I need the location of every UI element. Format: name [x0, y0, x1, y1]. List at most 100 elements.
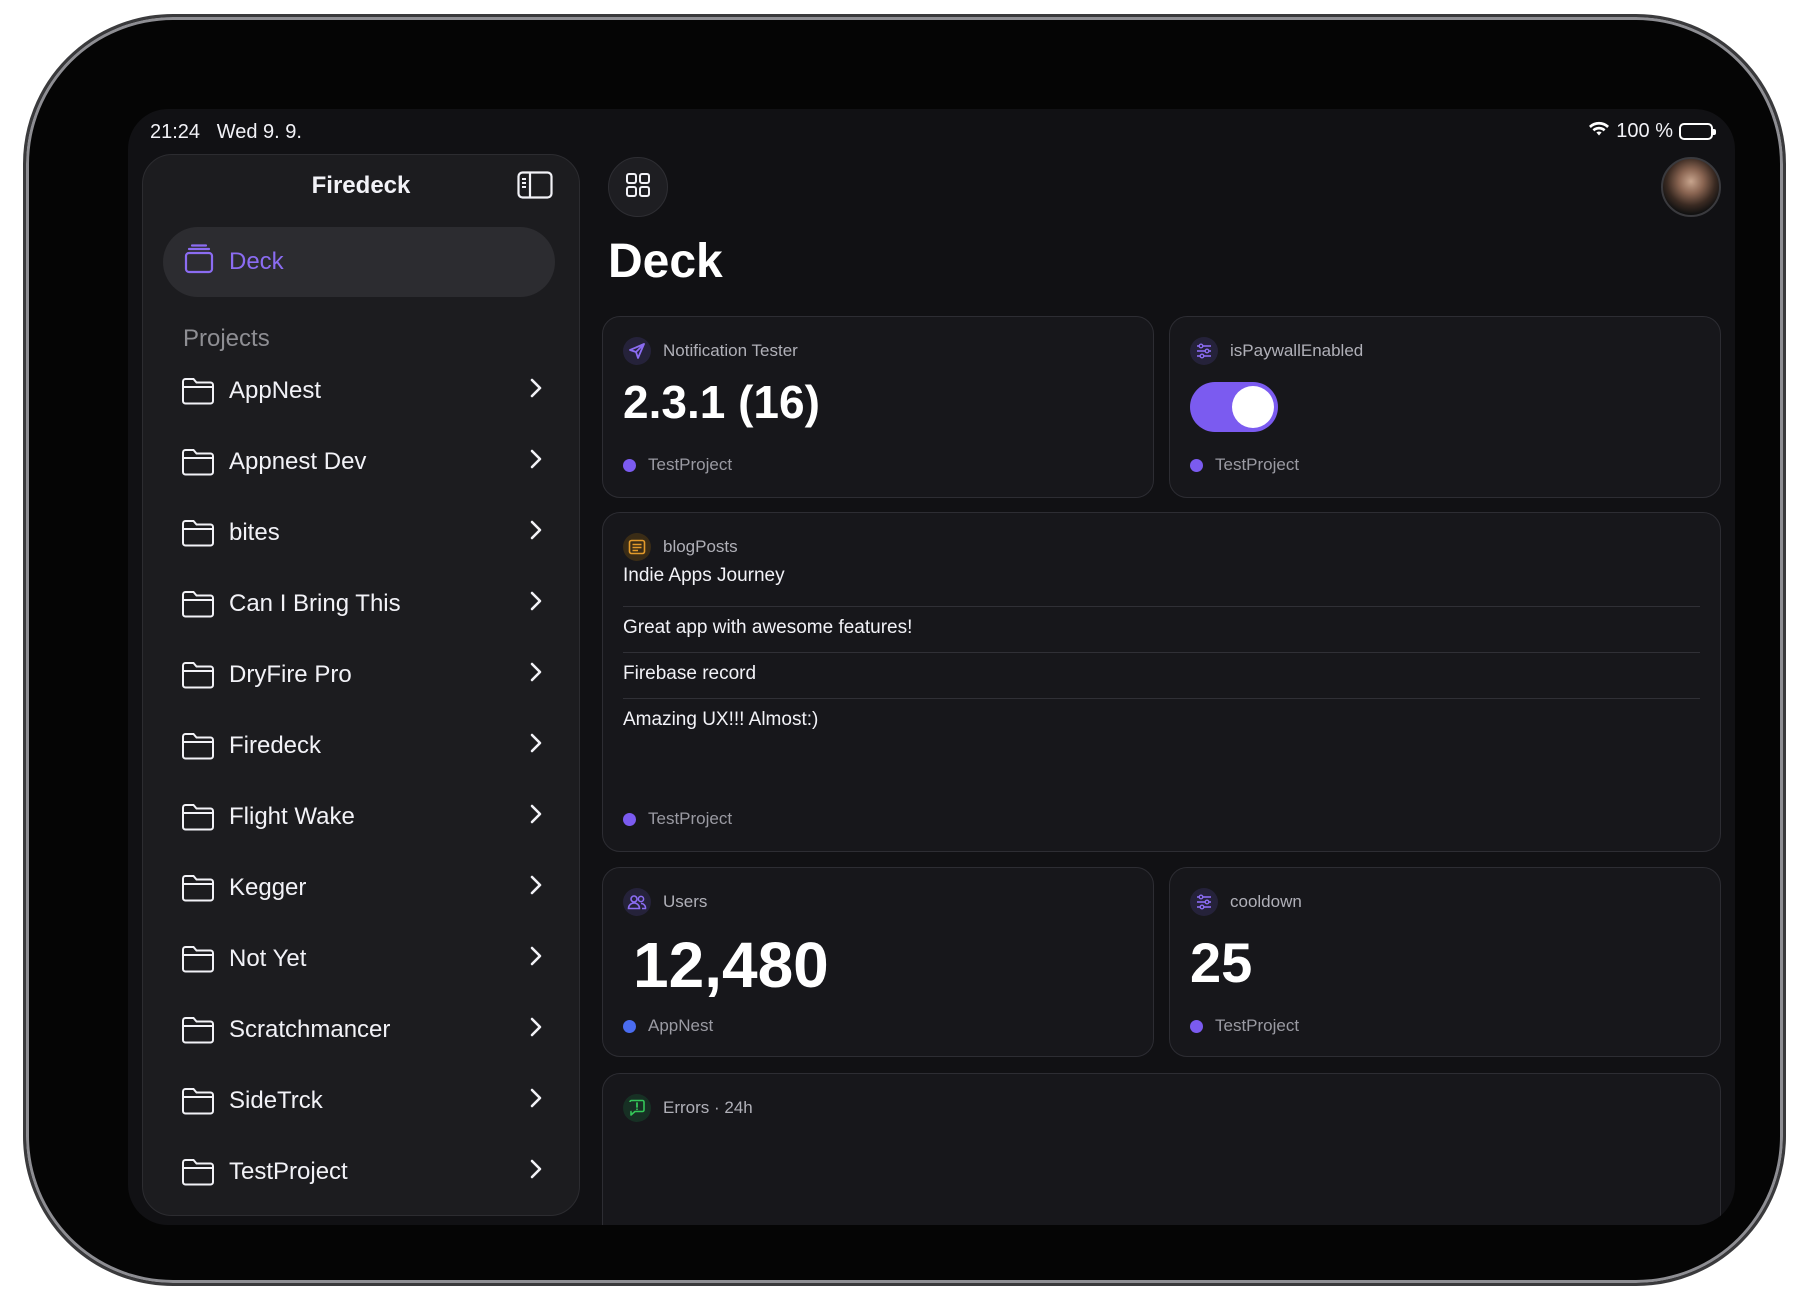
card-label: Notification Tester [663, 341, 798, 360]
paper-plane-icon [623, 337, 651, 365]
project-name: DryFire Pro [229, 660, 352, 688]
status-bar: 21:24 Wed 9. 9. 100 % [128, 109, 1735, 149]
screen: 21:24 Wed 9. 9. 100 % Firedeck Deck Proj… [128, 109, 1735, 1225]
blog-row[interactable]: Indie Apps Journey [623, 565, 1700, 587]
chevron-right-icon [529, 733, 543, 758]
card-project: TestProject [648, 455, 733, 474]
sidebar-item-project[interactable]: Can I Bring This [143, 568, 579, 639]
blog-row[interactable]: Firebase record [623, 663, 1700, 685]
project-name: Can I Bring This [229, 589, 401, 617]
sidebar-item-project[interactable]: Firedeck [143, 710, 579, 781]
sidebar-item-project[interactable]: Scratchmancer [143, 994, 579, 1065]
chevron-right-icon [529, 378, 543, 403]
avatar[interactable] [1661, 157, 1721, 217]
paywall-toggle[interactable] [1190, 382, 1278, 432]
sidebar-item-deck[interactable]: Deck [163, 227, 555, 297]
card-footer: TestProject [1190, 1016, 1299, 1036]
card-value: 25 [1190, 931, 1253, 994]
chevron-right-icon [529, 1088, 543, 1113]
row-divider [623, 606, 1700, 607]
project-name: Flight Wake [229, 802, 355, 830]
card-errors[interactable]: Errors · 24h [602, 1073, 1721, 1225]
folder-icon [181, 874, 215, 902]
card-cooldown[interactable]: cooldown 25 TestProject [1169, 867, 1721, 1057]
chevron-right-icon [529, 946, 543, 971]
card-label: cooldown [1230, 892, 1302, 911]
folder-icon [181, 377, 215, 405]
status-time: 21:24 [150, 121, 201, 143]
chevron-right-icon [529, 804, 543, 829]
card-header: Notification Tester [623, 337, 798, 365]
sidebar-toggle-icon[interactable] [517, 171, 553, 199]
sliders-icon [1190, 337, 1218, 365]
row-divider [623, 698, 1700, 699]
project-dot [1190, 458, 1203, 472]
ipad-frame: 21:24 Wed 9. 9. 100 % Firedeck Deck Proj… [23, 14, 1786, 1286]
project-name: AppNest [229, 376, 322, 404]
folder-icon [181, 1158, 215, 1186]
card-label: blogPosts [663, 537, 738, 556]
folder-icon [181, 945, 215, 973]
card-label: Errors · 24h [663, 1098, 753, 1117]
card-notification-tester[interactable]: Notification Tester 2.3.1 (16) TestProje… [602, 316, 1154, 498]
project-name: bites [229, 518, 280, 546]
battery-icon [1679, 123, 1716, 140]
card-footer: TestProject [623, 455, 732, 475]
card-blog-posts[interactable]: blogPosts Indie Apps Journey Great app w… [602, 512, 1721, 852]
folder-icon [181, 661, 215, 689]
sidebar-item-project[interactable]: Appnest Dev [143, 426, 579, 497]
chevron-right-icon [529, 662, 543, 687]
project-dot [623, 1019, 636, 1033]
sidebar-item-project[interactable]: Flight Wake [143, 781, 579, 852]
sidebar-item-deck-label: Deck [229, 248, 284, 275]
chevron-right-icon [529, 875, 543, 900]
card-project: TestProject [648, 809, 733, 828]
battery-percent: 100 % [1616, 120, 1673, 142]
grid-view-button[interactable] [608, 157, 668, 217]
card-label: Users [663, 892, 708, 911]
folder-icon [181, 519, 215, 547]
main-content: Deck Notification Tester 2.3.1 (16) Test… [598, 149, 1735, 1225]
chevron-right-icon [529, 449, 543, 474]
newspaper-icon [623, 533, 651, 561]
blog-row[interactable]: Amazing UX!!! Almost:) [623, 709, 1700, 731]
card-project: TestProject [1215, 1016, 1300, 1035]
card-is-paywall-enabled: isPaywallEnabled TestProject [1169, 316, 1721, 498]
chevron-right-icon [529, 520, 543, 545]
sidebar-item-project[interactable]: TestProject [143, 1136, 579, 1207]
project-name: SideTrck [229, 1086, 323, 1114]
toggle-knob [1232, 386, 1274, 428]
chevron-right-icon [529, 1017, 543, 1042]
card-header: Users [623, 888, 707, 916]
blog-row[interactable]: Great app with awesome features! [623, 617, 1700, 639]
users-icon [623, 888, 651, 916]
sliders-icon [1190, 888, 1218, 916]
project-dot [1190, 1019, 1203, 1033]
project-name: Kegger [229, 873, 307, 901]
card-header: blogPosts [623, 533, 738, 561]
project-name: Firedeck [229, 731, 322, 759]
page-title: Deck [608, 235, 723, 288]
sidebar-item-project[interactable]: Not Yet [143, 923, 579, 994]
projects-section-label: Projects [183, 325, 270, 352]
folder-icon [181, 590, 215, 618]
card-footer: AppNest [623, 1016, 713, 1036]
wifi-icon [1588, 120, 1610, 143]
folder-icon [181, 732, 215, 760]
card-header: isPaywallEnabled [1190, 337, 1363, 365]
sidebar-item-project[interactable]: SideTrck [143, 1065, 579, 1136]
card-value: 12,480 [633, 929, 829, 1001]
chevron-right-icon [529, 1159, 543, 1184]
project-dot [623, 812, 636, 826]
sidebar-item-project[interactable]: DryFire Pro [143, 639, 579, 710]
card-project: AppNest [648, 1016, 714, 1035]
status-date: Wed 9. 9. [216, 121, 302, 143]
project-name: Scratchmancer [229, 1015, 391, 1043]
card-users[interactable]: Users 12,480 AppNest [602, 867, 1154, 1057]
grid-icon [625, 172, 651, 203]
sidebar-item-project[interactable]: Kegger [143, 852, 579, 923]
sidebar-item-project[interactable]: AppNest [143, 355, 579, 426]
sidebar-item-project[interactable]: bites [143, 497, 579, 568]
project-name: TestProject [229, 1157, 348, 1185]
stack-icon [183, 243, 215, 282]
